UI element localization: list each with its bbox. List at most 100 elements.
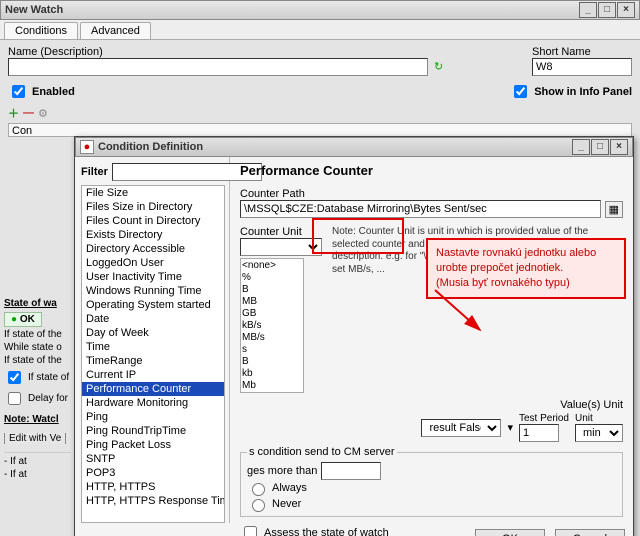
unit-item[interactable]: <none> [242,260,302,272]
assess-checkbox[interactable] [244,526,257,536]
callout-line-3: (Musia byť rovnakého typu) [436,276,616,291]
filter-item[interactable]: HTTP, HTTPS [82,480,224,494]
refresh-icon[interactable]: ↻ [434,60,448,74]
note-label: Note: Watcl [4,414,59,425]
callout-box: Nastavte rovnakú jednotku alebo urobte p… [426,238,626,299]
filter-item[interactable]: Performance Counter [82,382,224,396]
filter-label: Filter [81,166,108,178]
filter-item[interactable]: Files Count in Directory [82,214,224,228]
edit-button[interactable]: Edit with Ve [4,433,66,444]
maximize-icon[interactable]: □ [598,2,616,18]
filter-item[interactable]: Files Size in Directory [82,200,224,214]
filter-item[interactable]: Hardware Monitoring [82,396,224,410]
changes-input[interactable] [321,462,381,480]
test-period-label: Test Period [519,413,569,424]
browse-icon[interactable]: ▦ [605,201,623,218]
filter-item[interactable]: HTTP, HTTPS Response Time [82,494,224,508]
filter-item[interactable]: Exists Directory [82,228,224,242]
counter-path-label: Counter Path [240,188,623,200]
callout-line-1: Nastavte rovnakú jednotku alebo [436,246,616,261]
filter-item[interactable]: Operating System started [82,298,224,312]
filter-item[interactable]: TimeRange [82,354,224,368]
callout-line-2: urobte prepočet jednotiek. [436,261,616,276]
delay-checkbox[interactable] [8,392,21,405]
test-period-unit-select[interactable]: min [575,424,623,442]
counter-unit-select[interactable] [240,238,322,256]
if-state-line-1: If state of the [4,329,71,340]
filter-item[interactable]: User Inactivity Time [82,270,224,284]
perf-counter-heading: Performance Counter [240,163,623,178]
filter-item[interactable]: Ping RoundTripTime [82,424,224,438]
cancel-button[interactable]: Cancel [555,529,625,536]
unit-col-label: Unit [575,413,623,424]
result-dropdown-icon[interactable]: ▾ [507,421,513,434]
cond-maximize-icon[interactable]: □ [591,139,609,155]
remove-icon[interactable]: — [23,107,34,119]
filter-item[interactable]: Directory Accessible [82,242,224,256]
show-info-checkbox[interactable] [514,85,527,98]
filter-item[interactable]: Day of Week [82,326,224,340]
filter-item[interactable]: File Size [82,186,224,200]
if-state-checkbox[interactable] [8,371,21,384]
filter-item[interactable]: Ping [82,410,224,424]
unit-item[interactable]: B [242,356,302,368]
filter-item[interactable]: Current IP [82,368,224,382]
name-input[interactable] [8,58,428,76]
unit-item[interactable]: Mb [242,380,302,392]
filter-item[interactable]: LoggedOn User [82,256,224,270]
settings-icon[interactable]: ⚙ [38,107,48,120]
if-state-line-2: If state of the [4,355,71,366]
short-name-input[interactable] [532,58,632,76]
footer-2: - If at [4,469,71,480]
state-heading: State of wa [4,298,71,309]
changes-label: ges more than [247,465,317,477]
enabled-checkbox[interactable] [12,85,25,98]
show-info-label: Show in Info Panel [534,86,632,98]
filter-list[interactable]: File SizeFiles Size in DirectoryFiles Co… [81,185,225,523]
send-cm-legend: s condition send to CM server [247,446,397,458]
assess-label: Assess the state of watch [264,527,389,536]
tab-advanced[interactable]: Advanced [80,22,151,39]
outer-titlebar: New Watch _ □ × [0,0,640,20]
unit-item[interactable]: B [242,284,302,296]
unit-item[interactable]: MB/s [242,332,302,344]
outer-tabrow: Conditions Advanced [0,20,640,40]
unit-item[interactable]: % [242,272,302,284]
filter-item[interactable]: Ping Packet Loss [82,438,224,452]
state-ok: OK [20,314,35,325]
always-radio[interactable] [252,483,265,496]
filter-item[interactable]: Windows Running Time [82,284,224,298]
unit-item[interactable]: s [242,344,302,356]
enabled-label: Enabled [32,86,75,98]
unit-item[interactable]: kb [242,368,302,380]
ok-button[interactable]: OK [475,529,545,536]
unit-item[interactable]: kB/s [242,320,302,332]
result-select[interactable]: result False [421,419,501,437]
unit-item[interactable]: b/s [242,392,302,393]
condition-dialog: ● Condition Definition _ □ × Filter File… [74,136,634,536]
add-icon[interactable]: ＋ [8,105,19,121]
tab-conditions[interactable]: Conditions [4,22,78,39]
while-state-line: While state o [4,342,71,353]
cond-title: Condition Definition [98,141,572,153]
filter-item[interactable]: POP3 [82,466,224,480]
outer-title: New Watch [5,4,579,16]
filter-item[interactable]: Date [82,312,224,326]
footer-1: - If at [4,452,71,467]
dialog-icon: ● [80,140,94,154]
unit-item[interactable]: MB [242,296,302,308]
filter-item[interactable]: Time [82,340,224,354]
counter-unit-label: Counter Unit [240,226,326,238]
cond-minimize-icon[interactable]: _ [572,139,590,155]
minimize-icon[interactable]: _ [579,2,597,18]
unit-item[interactable]: GB [242,308,302,320]
unit-list[interactable]: <none>%BMBGBkB/sMB/ssBkbMbb/skb/sMB/ssms [240,258,304,393]
never-radio[interactable] [252,499,265,512]
cond-close-icon[interactable]: × [610,139,628,155]
counter-path-input[interactable] [240,200,601,218]
filter-item[interactable]: SNTP [82,452,224,466]
test-period-input[interactable] [519,424,559,442]
short-name-label: Short Name [532,46,632,58]
close-icon[interactable]: × [617,2,635,18]
send-cm-group: s condition send to CM server ges more t… [240,446,623,517]
